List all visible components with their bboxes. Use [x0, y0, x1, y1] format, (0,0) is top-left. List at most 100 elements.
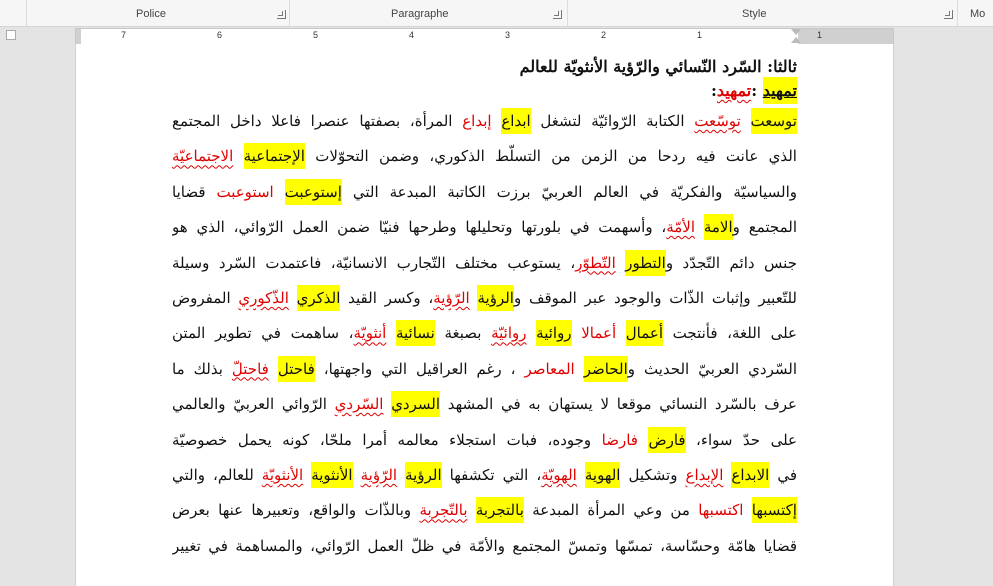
section-heading: ثالثا: السّرد النّسائي والرّؤية الأنثويّ…	[519, 57, 797, 76]
text-run	[575, 360, 584, 378]
text-run	[233, 147, 243, 165]
document-page[interactable]: ثالثا: السّرد النّسائي والرّؤية الأنثويّ…	[75, 44, 894, 586]
first-line-indent-marker[interactable]	[791, 29, 801, 35]
corrected-word: الأنثويّة	[261, 465, 304, 484]
text-run: وبالذّات والواقع، وتعبيرها عنها بعرض	[172, 501, 420, 520]
corrected-word: الرّؤية	[433, 288, 470, 307]
text-run: المرأة، بصفتها عنصرا فاعلا داخل المجتمع	[172, 112, 463, 130]
ruler-number: 6	[217, 30, 223, 40]
highlighted-word: الرؤية	[405, 461, 442, 488]
highlighted-word: روائية	[536, 320, 572, 347]
highlighted-word: بالتجربة	[475, 497, 524, 524]
corrected-word: اكتسبها	[698, 501, 744, 520]
text-run	[386, 324, 396, 342]
text-run	[741, 112, 751, 130]
ruler-number: 1	[817, 30, 823, 40]
paragraph-line: السّردي العربيّ الحديث والحاضر المعاصر ،…	[172, 352, 797, 387]
subheading-correction: تمهيد	[716, 81, 752, 100]
left-indent-marker[interactable]	[168, 35, 178, 42]
ribbon-group-bar: Police Paragraphe Style Mo	[0, 0, 993, 27]
highlighted-word: فاحتل	[277, 355, 315, 382]
corrected-word: المعاصر	[524, 359, 575, 378]
ruler-number: 7	[121, 30, 127, 40]
style-dialog-launcher-icon[interactable]	[944, 10, 953, 19]
corrected-word: توسّعت	[694, 112, 741, 130]
text-run	[492, 112, 502, 130]
text-run	[353, 466, 361, 484]
corrected-word: الأمّة	[666, 218, 696, 237]
font-dialog-launcher-icon[interactable]	[277, 10, 286, 19]
text-run	[274, 183, 285, 201]
text-run: ، التي تكشفها	[441, 465, 542, 484]
subheading-highlight: تمهيد	[762, 77, 797, 104]
paragraph-line: على حدّ سواء، فارض فارضا وجوده، فبات است…	[172, 423, 797, 458]
corrected-word: السّردي	[334, 395, 384, 414]
ribbon-group-style-label: Style	[742, 8, 767, 20]
ruler-number: 1	[697, 30, 703, 40]
corrected-word: إبداع	[462, 112, 492, 130]
paragraph-dialog-launcher-icon[interactable]	[553, 10, 562, 19]
document-body[interactable]: ثالثا: السّرد النّسائي والرّؤية الأنثويّ…	[172, 56, 797, 564]
text-run: المفروض	[172, 288, 239, 307]
corrected-word: فارضا	[601, 430, 638, 449]
ruler-toggle-icon[interactable]	[6, 30, 16, 40]
text-run: وجوده، فبات استجلاء معالمه أمرا ملحّا، ك…	[172, 430, 602, 449]
text-run	[616, 324, 626, 342]
corrected-word: بالتّجربة	[419, 501, 468, 520]
corrected-word: الذّكوري	[238, 288, 289, 307]
ribbon-separator	[957, 0, 958, 26]
ruler-number: 5	[313, 30, 319, 40]
text-run: جنس دائم التّجدّد و	[665, 253, 797, 272]
text-run	[397, 466, 405, 484]
highlighted-word: الابداع	[731, 461, 770, 488]
text-run: ، يستوعب مختلف التّجارب الانسانيّة، فاعت…	[172, 253, 576, 272]
ruler-number: 4	[409, 30, 415, 40]
paragraph-line: الذي عانت فيه ردحا من الزمن من التسلّط ا…	[172, 139, 797, 174]
text-run: الكتابة الرّوائيّة لتشغل	[530, 112, 695, 130]
text-run: الرّوائي العربيّ والعالمي	[172, 395, 335, 414]
text-run	[577, 466, 585, 484]
text-run: الذي عانت فيه ردحا من الزمن من التسلّط ا…	[304, 147, 797, 166]
text-run	[572, 324, 582, 342]
ribbon-separator	[289, 0, 290, 26]
highlighted-word: ابداع	[501, 108, 531, 134]
text-run	[743, 501, 751, 519]
text-run: والسياسيّة والفكريّة في العالم العربيّ ب…	[341, 182, 797, 201]
text-run: قضايا	[172, 182, 217, 201]
paragraph-line: توسعت توسّعت الكتابة الرّوائيّة لتشغل اب…	[172, 104, 797, 139]
text-run: على اللغة، فأنتجت	[663, 324, 797, 343]
corrected-word: استوعبت	[216, 182, 274, 201]
corrected-word: أعمالا	[581, 324, 617, 343]
paragraph-line: جنس دائم التّجدّد والتطور التّطوّر، يستو…	[172, 246, 797, 281]
text-run: عرف بالسّرد النسائي موقعا لا يستهان به ف…	[440, 395, 797, 414]
text-run: السّردي العربيّ الحديث و	[627, 359, 797, 378]
text-run: بصبغة	[434, 324, 492, 343]
ribbon-separator	[26, 0, 27, 26]
paragraph-line: إكتسبها اكتسبها من وعي المرأة المبدعة با…	[172, 493, 797, 528]
corrected-word: الإبداع	[685, 465, 724, 484]
highlighted-word: إكتسبها	[751, 497, 797, 524]
ribbon-separator	[567, 0, 568, 26]
ruler-number: 2	[601, 30, 607, 40]
highlighted-word: الهوية	[584, 461, 621, 488]
paragraph-line: للتّعبير وإثبات الذّات والوجود عبر الموق…	[172, 281, 797, 316]
text-run: وتشكيل	[620, 465, 686, 484]
horizontal-ruler[interactable]: 7 6 5 4 3 2 1 1	[75, 28, 894, 45]
text-run: ، وأسهمت في بلورتها وتحليلها وطرحها فنيّ…	[172, 218, 667, 237]
text-run: على حدّ سواء،	[685, 430, 797, 449]
highlighted-word: أعمال	[625, 320, 664, 347]
text-run: قضايا هامّة وحسّاسة، تمسّها وتمسّ المجتم…	[172, 536, 797, 555]
text-run: بذلك ما	[172, 359, 232, 378]
highlighted-word: توسعت	[750, 108, 797, 134]
text-run: للتّعبير وإثبات الذّات والوجود عبر الموق…	[513, 288, 797, 307]
corrected-word: التّطوّر	[575, 253, 616, 272]
highlighted-word: فارض	[648, 426, 686, 453]
text-run: ، وكسر القيد	[340, 288, 434, 307]
subheading: تمهيد :تمهيد:	[172, 77, 797, 104]
text-run: المجتمع و	[732, 218, 797, 237]
text-run	[289, 289, 297, 307]
hanging-indent-marker[interactable]	[791, 37, 801, 43]
highlighted-word: الرؤية	[477, 284, 514, 311]
corrected-word: فاحتلّ	[231, 359, 269, 378]
text-run	[468, 501, 476, 519]
